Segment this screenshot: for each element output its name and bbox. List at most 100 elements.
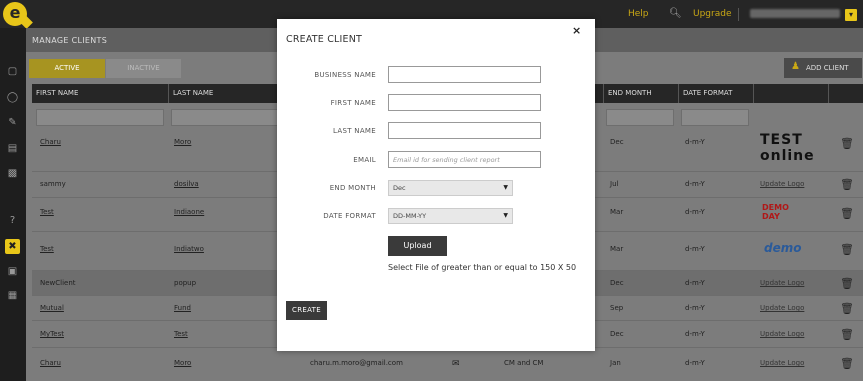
cell-end-month: Jan: [610, 359, 621, 367]
last-name-label: LAST NAME: [333, 127, 376, 135]
end-month-select[interactable]: Dec ▼: [388, 180, 513, 196]
first-name-input[interactable]: [388, 94, 541, 111]
update-logo-link[interactable]: Update Logo: [760, 330, 804, 338]
client-logo-image: DEMO DAY: [762, 203, 789, 221]
cell-date-format: d-m-Y: [685, 279, 705, 287]
help-icon[interactable]: ?: [5, 213, 20, 228]
user-name-blurred[interactable]: [750, 9, 840, 18]
end-month-value: Dec: [393, 184, 406, 192]
column-header-actions: [829, 84, 863, 103]
cell-last-name[interactable]: Fund: [174, 304, 191, 312]
cell-date-format: d-m-Y: [685, 359, 705, 367]
trash-icon[interactable]: 🗑︎: [840, 303, 854, 315]
trash-icon[interactable]: 🗑︎: [840, 138, 854, 150]
cell-business-name: CM and CM: [504, 359, 544, 367]
cell-last-name[interactable]: dosilva: [174, 180, 199, 188]
cell-first-name[interactable]: Test: [40, 208, 54, 216]
cell-last-name[interactable]: Moro: [174, 359, 191, 367]
trash-icon[interactable]: 🗑︎: [840, 244, 854, 256]
column-header-first-name[interactable]: FIRST NAME: [32, 84, 169, 103]
logo-letter: e: [9, 3, 21, 22]
clipboard-icon[interactable]: ▩: [5, 166, 20, 181]
cell-last-name[interactable]: Indiatwo: [174, 245, 204, 253]
filter-date-format[interactable]: [681, 109, 749, 126]
column-header-logo: [754, 84, 829, 103]
first-name-label: FIRST NAME: [330, 99, 376, 107]
update-logo-link[interactable]: Update Logo: [760, 279, 804, 287]
dashboard-icon[interactable]: ◯: [5, 90, 20, 105]
upload-note: Select File of greater than or equal to …: [388, 263, 577, 272]
add-user-icon: ♟: [791, 61, 800, 72]
email-icon[interactable]: ✉: [452, 359, 460, 369]
sidebar: ▢ ◯ ✎ ▤ ▩ ? ✖ ▣ ▦: [0, 28, 26, 381]
cell-first-name[interactable]: sammy: [40, 180, 66, 188]
business-name-input[interactable]: [388, 66, 541, 83]
report-icon[interactable]: ▤: [5, 141, 20, 156]
business-name-label: BUSINESS NAME: [314, 71, 376, 79]
filter-end-month[interactable]: [606, 109, 674, 126]
date-format-select[interactable]: DD-MM-YY ▼: [388, 208, 513, 224]
trash-icon[interactable]: 🗑︎: [840, 208, 854, 220]
chevron-down-icon: ▼: [503, 184, 508, 191]
divider: [738, 8, 739, 21]
upgrade-link[interactable]: Upgrade: [693, 9, 731, 19]
create-client-modal: CREATE CLIENT × BUSINESS NAME FIRST NAME…: [277, 19, 595, 351]
email-input[interactable]: [388, 151, 541, 168]
cell-end-month: Dec: [610, 138, 624, 146]
cell-last-name[interactable]: Test: [174, 330, 188, 338]
update-logo-link[interactable]: Update Logo: [760, 304, 804, 312]
app-logo[interactable]: e: [3, 2, 33, 29]
create-button[interactable]: CREATE: [286, 301, 327, 320]
gift-icon[interactable]: ▦: [5, 288, 20, 303]
update-logo-link[interactable]: Update Logo: [760, 359, 804, 367]
upload-button[interactable]: Upload: [388, 236, 447, 256]
cell-end-month: Mar: [610, 245, 624, 253]
tab-active[interactable]: ACTIVE: [29, 59, 105, 78]
chevron-down-icon: ▼: [503, 212, 508, 219]
document-icon[interactable]: ▢: [5, 64, 20, 79]
cell-email: charu.m.moro@gmail.com: [310, 359, 403, 367]
tools-icon[interactable]: ✖: [5, 239, 20, 254]
cell-first-name[interactable]: NewClient: [40, 279, 76, 287]
cell-date-format: d-m-Y: [685, 304, 705, 312]
cell-first-name[interactable]: Charu: [40, 359, 61, 367]
close-icon[interactable]: ×: [572, 24, 581, 37]
cell-first-name[interactable]: Charu: [40, 138, 61, 146]
cell-end-month: Jul: [610, 180, 619, 188]
cell-first-name[interactable]: Mutual: [40, 304, 64, 312]
cell-end-month: Dec: [610, 330, 624, 338]
date-format-value: DD-MM-YY: [393, 212, 427, 220]
tab-inactive[interactable]: INACTIVE: [106, 59, 181, 78]
end-month-label: END MONTH: [329, 184, 376, 192]
column-header-end-month[interactable]: END MONTH: [604, 84, 679, 103]
cell-date-format: d-m-Y: [685, 138, 705, 146]
cell-date-format: d-m-Y: [685, 330, 705, 338]
cell-first-name[interactable]: Test: [40, 245, 54, 253]
trash-icon[interactable]: 🗑︎: [840, 358, 854, 370]
cell-last-name[interactable]: Moro: [174, 138, 191, 146]
add-client-button[interactable]: ♟ ADD CLIENT: [784, 58, 862, 78]
date-format-label: DATE FORMAT: [323, 212, 376, 220]
filter-first-name[interactable]: [36, 109, 164, 126]
cell-last-name[interactable]: Indiaone: [174, 208, 204, 216]
cell-end-month: Sep: [610, 304, 624, 312]
chat-icon[interactable]: ▣: [5, 264, 20, 279]
cell-first-name[interactable]: MyTest: [40, 330, 64, 338]
trash-icon[interactable]: 🗑︎: [840, 329, 854, 341]
cell-date-format: d-m-Y: [685, 208, 705, 216]
modal-title: CREATE CLIENT: [286, 34, 363, 45]
update-logo-link[interactable]: Update Logo: [760, 180, 804, 188]
client-logo-image: demo: [764, 241, 802, 255]
cell-date-format: d-m-Y: [685, 245, 705, 253]
chevron-down-icon[interactable]: ▾: [845, 9, 857, 21]
edit-icon[interactable]: ✎: [5, 115, 20, 130]
cell-last-name[interactable]: popup: [174, 279, 196, 287]
table-row: Charu Moro charu.m.moro@gmail.com ✉ CM a…: [32, 348, 863, 381]
trash-icon[interactable]: 🗑︎: [840, 278, 854, 290]
search-icon[interactable]: 🔍︎: [669, 8, 682, 19]
help-link[interactable]: Help: [628, 9, 649, 19]
trash-icon[interactable]: 🗑︎: [840, 179, 854, 191]
email-label: EMAIL: [353, 156, 376, 164]
column-header-date-format[interactable]: DATE FORMAT: [679, 84, 754, 103]
last-name-input[interactable]: [388, 122, 541, 139]
